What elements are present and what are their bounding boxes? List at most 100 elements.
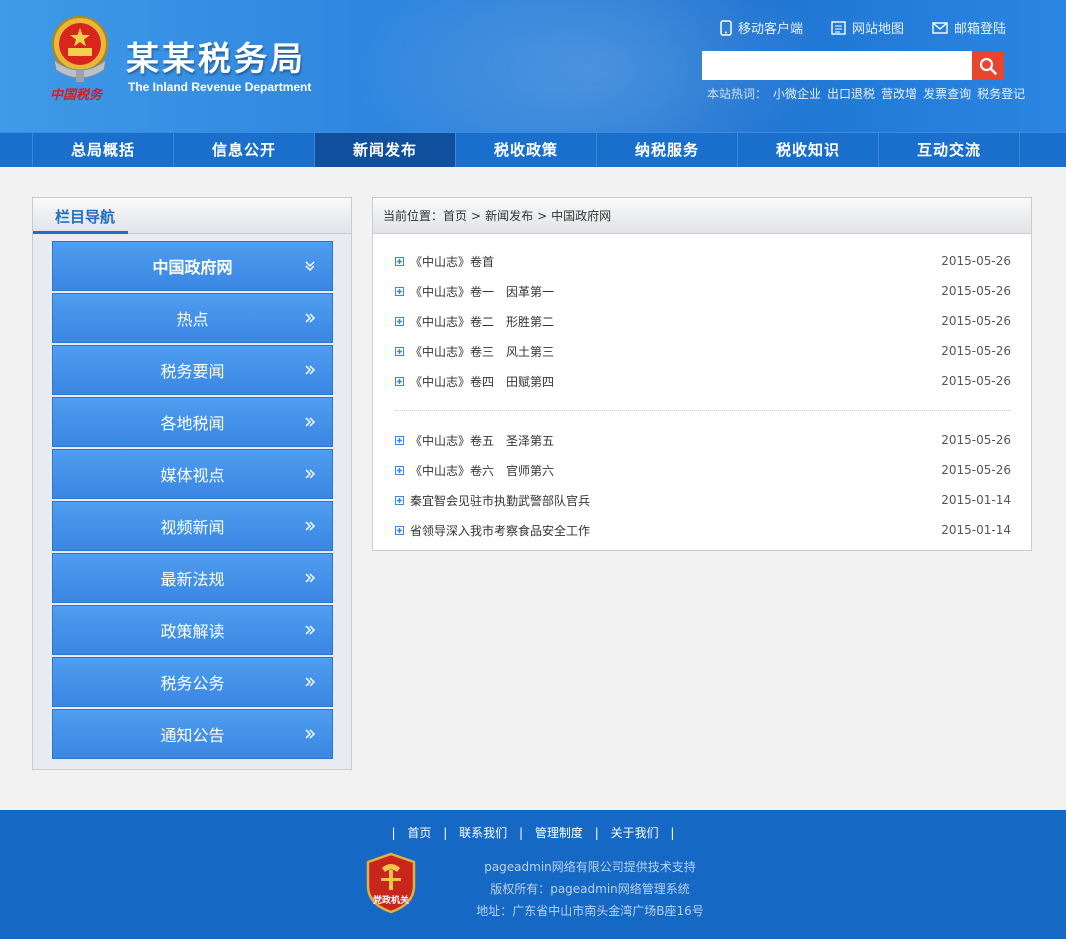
mobile-client-label: 移动客户端 xyxy=(738,22,804,37)
sidebar-item-hot[interactable]: 热点 xyxy=(52,293,333,343)
sidebar-title: 栏目导航 xyxy=(55,208,116,226)
footer-link-home[interactable]: 首页 xyxy=(407,826,431,840)
footer-address: 地址：广东省中山市南头金湾广场B座16号 xyxy=(476,904,704,918)
footer-link-about[interactable]: 关于我们 xyxy=(611,826,659,840)
sidebar-item-video[interactable]: 视频新闻 xyxy=(52,501,333,551)
chevron-double-right-icon xyxy=(305,469,316,479)
sidebar-item-label: 通知公告 xyxy=(160,726,225,745)
sidebar-item-label: 最新法规 xyxy=(160,570,225,589)
mobile-client-link[interactable]: 移动客户端 xyxy=(720,18,803,37)
news-title: 省领导深入我市考察食品安全工作 xyxy=(410,523,591,538)
news-title: 《中山志》卷六 官师第六 xyxy=(410,463,555,478)
footer-links: | 首页 | 联系我们 | 管理制度 | 关于我们 | xyxy=(0,824,1066,841)
hot-word[interactable]: 营改增 xyxy=(881,85,917,102)
breadcrumb-label: 当前位置： xyxy=(383,209,444,223)
chevron-double-right-icon xyxy=(305,625,316,635)
news-divider xyxy=(395,395,1011,411)
sidebar-item-notices[interactable]: 通知公告 xyxy=(52,709,333,759)
footer-sep: | xyxy=(391,826,396,840)
bullet-plus-icon xyxy=(395,346,404,356)
sidebar-item-gov[interactable]: 中国政府网 xyxy=(52,241,333,291)
bullet-plus-icon xyxy=(395,495,404,505)
sidebar-item-label: 各地税闻 xyxy=(160,414,225,433)
news-item[interactable]: 《中山志》卷四 田赋第四 2015-05-26 xyxy=(395,366,1011,396)
top-links: 移动客户端 网站地图 邮箱登陆 xyxy=(720,18,1034,37)
news-date: 2015-05-26 xyxy=(941,254,1011,268)
nav-item-tax-knowledge[interactable]: 税收知识 xyxy=(738,133,879,167)
news-date: 2015-05-26 xyxy=(941,463,1011,477)
news-item[interactable]: 《中山志》卷一 因革第一 2015-05-26 xyxy=(395,276,1011,306)
nav-item-overview[interactable]: 总局概括 xyxy=(33,133,174,167)
news-date: 2015-01-14 xyxy=(941,523,1011,537)
sidebar-header: 栏目导航 xyxy=(33,198,351,234)
party-gov-badge[interactable]: 党政机关 xyxy=(364,852,418,914)
sidebar-item-policy-reading[interactable]: 政策解读 xyxy=(52,605,333,655)
hot-words: 本站热词： 小微企业 出口退税 营改增 发票查询 税务登记 xyxy=(707,85,1025,102)
search-input[interactable] xyxy=(702,51,972,80)
sidebar-item-label: 税务要闻 xyxy=(160,362,225,381)
sidebar-title-underline xyxy=(33,231,128,234)
news-title: 秦宜智会见驻市执勤武警部队官兵 xyxy=(410,493,591,508)
chevron-double-down-icon xyxy=(305,261,315,272)
hot-word[interactable]: 小微企业 xyxy=(773,85,821,102)
chevron-double-right-icon xyxy=(305,521,316,531)
footer-link-management[interactable]: 管理制度 xyxy=(535,826,583,840)
news-title: 《中山志》卷四 田赋第四 xyxy=(410,374,555,389)
sidebar-item-tax-affairs[interactable]: 税务公务 xyxy=(52,657,333,707)
footer-link-contact[interactable]: 联系我们 xyxy=(459,826,507,840)
sidebar-item-media[interactable]: 媒体视点 xyxy=(52,449,333,499)
sitemap-link[interactable]: 网站地图 xyxy=(831,18,904,37)
news-item[interactable]: 《中山志》卷首 2015-05-26 xyxy=(395,246,1011,276)
news-item[interactable]: 秦宜智会见驻市执勤武警部队官兵 2015-01-14 xyxy=(395,485,1011,515)
hot-words-label: 本站热词： xyxy=(707,87,768,101)
search-icon xyxy=(979,57,997,75)
breadcrumb: 当前位置： 首页 > 新闻发布 > 中国政府网 xyxy=(373,198,1031,234)
news-item[interactable]: 《中山志》卷五 圣泽第五 2015-05-26 xyxy=(395,425,1011,455)
footer-sep: | xyxy=(518,826,524,840)
hot-word[interactable]: 发票查询 xyxy=(923,85,971,102)
footer-info: pageadmin网络有限公司提供技术支持 版权所有：pageadmin网络管理… xyxy=(440,856,740,922)
sidebar-item-regulations[interactable]: 最新法规 xyxy=(52,553,333,603)
breadcrumb-current[interactable]: 中国政府网 xyxy=(551,207,611,224)
hot-word[interactable]: 税务登记 xyxy=(977,85,1025,102)
mail-login-link[interactable]: 邮箱登陆 xyxy=(932,18,1006,37)
sidebar-item-label: 热点 xyxy=(176,310,209,329)
chevron-double-right-icon xyxy=(305,729,316,739)
sidebar-item-label: 政策解读 xyxy=(160,622,225,641)
news-date: 2015-01-14 xyxy=(941,493,1011,507)
sidebar-item-tax-news[interactable]: 税务要闻 xyxy=(52,345,333,395)
badge-text: 党政机关 xyxy=(372,896,409,906)
bullet-plus-icon xyxy=(395,435,404,445)
bullet-plus-icon xyxy=(395,376,404,386)
bullet-plus-icon xyxy=(395,465,404,475)
search-box xyxy=(702,51,1004,80)
bullet-plus-icon xyxy=(395,525,404,535)
sidebar-list: 中国政府网 热点 税务要闻 各地税闻 媒体视点 视频新闻 最新法规 政策解读 税… xyxy=(52,241,333,761)
content-panel: 当前位置： 首页 > 新闻发布 > 中国政府网 《中山志》卷首 2015-05-… xyxy=(372,197,1032,551)
site-footer: | 首页 | 联系我们 | 管理制度 | 关于我们 | 党政机关 pageadm… xyxy=(0,810,1066,939)
site-title: 某某税务局 xyxy=(126,39,306,78)
sitemap-label: 网站地图 xyxy=(852,22,905,37)
news-title: 《中山志》卷五 圣泽第五 xyxy=(410,433,555,448)
mobile-icon xyxy=(720,19,732,36)
nav-item-tax-policy[interactable]: 税收政策 xyxy=(456,133,597,167)
hot-word[interactable]: 出口退税 xyxy=(827,85,875,102)
search-button[interactable] xyxy=(972,51,1004,80)
nav-item-news[interactable]: 新闻发布 xyxy=(315,133,456,167)
sidebar-item-label: 媒体视点 xyxy=(160,466,225,485)
news-item[interactable]: 省领导深入我市考察食品安全工作 2015-01-14 xyxy=(395,515,1011,545)
news-item[interactable]: 《中山志》卷三 风土第三 2015-05-26 xyxy=(395,336,1011,366)
mail-icon xyxy=(932,21,948,34)
sidebar-item-local-news[interactable]: 各地税闻 xyxy=(52,397,333,447)
nav-item-info-disclosure[interactable]: 信息公开 xyxy=(174,133,315,167)
breadcrumb-home[interactable]: 首页 xyxy=(443,207,467,224)
nav-item-interaction[interactable]: 互动交流 xyxy=(879,133,1020,167)
sitemap-icon xyxy=(831,20,846,35)
news-item[interactable]: 《中山志》卷六 官师第六 2015-05-26 xyxy=(395,455,1011,485)
nav-item-tax-service[interactable]: 纳税服务 xyxy=(597,133,738,167)
breadcrumb-sep: > xyxy=(471,208,482,223)
news-item[interactable]: 《中山志》卷二 形胜第二 2015-05-26 xyxy=(395,306,1011,336)
chevron-double-right-icon xyxy=(305,417,316,427)
footer-support: pageadmin网络有限公司提供技术支持 xyxy=(484,860,696,874)
breadcrumb-news[interactable]: 新闻发布 xyxy=(485,207,533,224)
